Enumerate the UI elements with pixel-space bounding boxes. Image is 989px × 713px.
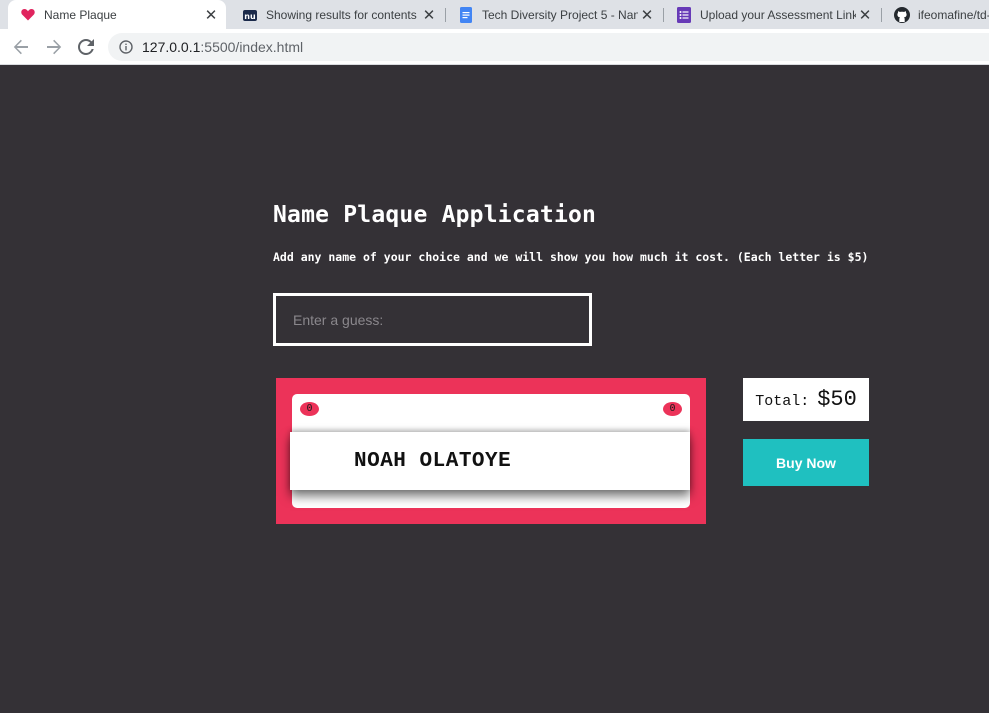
page-title: Name Plaque Application <box>273 202 597 228</box>
tab-title: Tech Diversity Project 5 - Nan <box>482 7 638 22</box>
tab-github[interactable]: ifeomafine/td- <box>882 0 989 29</box>
browser-tab-strip: Name Plaque ✕ nu Showing results for con… <box>0 0 989 29</box>
forms-icon <box>676 6 692 23</box>
browser-toolbar: 127.0.0.1:5500/index.html <box>0 29 989 65</box>
tab-upload-assessment[interactable]: Upload your Assessment Link ✕ <box>664 0 880 29</box>
total-box: Total: $50 <box>743 378 869 421</box>
screw-right: 0 <box>663 402 682 416</box>
tab-title: Upload your Assessment Link <box>700 7 856 22</box>
tab-title: Name Plaque <box>44 7 117 22</box>
reload-icon[interactable] <box>74 35 98 59</box>
tab-title: ifeomafine/td- <box>918 7 989 22</box>
back-icon[interactable] <box>9 35 33 59</box>
forward-icon[interactable] <box>42 35 66 59</box>
address-bar[interactable]: 127.0.0.1:5500/index.html <box>108 33 989 61</box>
tab-title: Showing results for contents <box>266 7 417 22</box>
url-host: 127.0.0.1 <box>142 39 201 55</box>
url-path: :5500/index.html <box>200 39 304 55</box>
close-tab-icon[interactable]: ✕ <box>856 6 874 24</box>
close-tab-icon[interactable]: ✕ <box>202 6 220 24</box>
total-label: Total: <box>755 393 810 410</box>
plaque-board: 0 0 NOAH OLATOYE <box>290 394 690 508</box>
close-tab-icon[interactable]: ✕ <box>638 6 656 24</box>
site-logo-icon: nu <box>242 7 258 23</box>
url-text: 127.0.0.1:5500/index.html <box>142 39 303 55</box>
plaque-name-text: NOAH OLATOYE <box>354 449 512 473</box>
nameplate: NOAH OLATOYE <box>290 432 690 490</box>
github-icon <box>894 6 910 23</box>
total-value: $50 <box>817 387 857 412</box>
heart-icon <box>20 7 36 23</box>
screw-left: 0 <box>300 402 319 416</box>
docs-icon <box>458 6 474 23</box>
close-tab-icon[interactable]: ✕ <box>420 6 438 24</box>
site-info-icon[interactable] <box>118 39 134 55</box>
tab-tech-diversity-doc[interactable]: Tech Diversity Project 5 - Nan ✕ <box>446 0 662 29</box>
plaque-frame: 0 0 NOAH OLATOYE <box>276 378 706 524</box>
buy-now-button[interactable]: Buy Now <box>743 439 869 486</box>
page-content: Name Plaque Application Add any name of … <box>0 66 989 713</box>
svg-text:nu: nu <box>244 12 256 21</box>
tab-name-plaque[interactable]: Name Plaque ✕ <box>8 0 226 29</box>
page-subtitle: Add any name of your choice and we will … <box>273 250 869 264</box>
tab-search-results[interactable]: nu Showing results for contents ✕ <box>230 0 444 29</box>
name-input[interactable] <box>273 293 592 346</box>
